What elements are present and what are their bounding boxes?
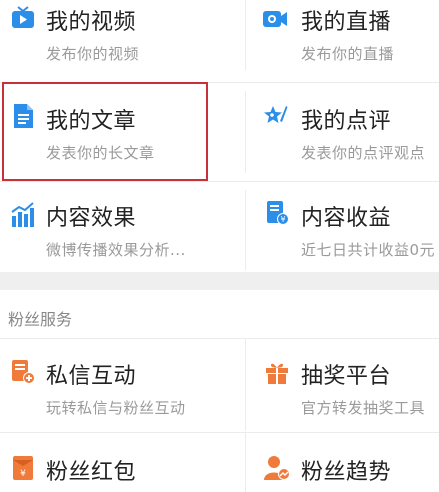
grid-row-5: ¥ 粉丝红包 粉丝趋势 — [0, 433, 439, 492]
red-envelope-icon: ¥ — [10, 455, 36, 481]
grid-row-3: 内容效果 微博传播效果分析... ¥ 内容收益 近七日共计收益0元 — [0, 182, 439, 272]
grid-row-1: 我的视频 发布你的视频 我的直播 发布你的直播 — [0, 0, 439, 82]
tile-fans-trend[interactable]: 粉丝趋势 — [246, 433, 439, 492]
star-pen-icon — [262, 103, 288, 129]
camera-icon — [262, 6, 288, 32]
tile-my-reviews[interactable]: 我的点评 发表你的点评观点 — [246, 83, 439, 181]
tv-icon — [10, 6, 36, 32]
tile-title: 我的直播 — [301, 10, 392, 35]
tile-title: 内容收益 — [301, 206, 392, 231]
tile-content-effect[interactable]: 内容效果 微博传播效果分析... — [0, 182, 230, 272]
message-plus-icon — [10, 359, 36, 385]
tile-title: 我的视频 — [46, 10, 137, 35]
tile-subtitle: 官方转发抽奖工具 — [301, 399, 426, 417]
tile-subtitle: 发布你的直播 — [301, 45, 395, 63]
svg-text:¥: ¥ — [280, 215, 285, 224]
svg-text:¥: ¥ — [20, 469, 26, 479]
tile-title: 我的点评 — [301, 109, 392, 134]
gift-icon — [264, 359, 290, 385]
tile-fans-redpack[interactable]: ¥ 粉丝红包 — [0, 433, 230, 492]
tile-subtitle: 发表你的点评观点 — [301, 144, 426, 162]
tile-my-videos[interactable]: 我的视频 发布你的视频 — [0, 0, 230, 82]
tile-title: 私信互动 — [46, 364, 137, 389]
user-trend-icon — [264, 455, 290, 481]
section-title: 粉丝服务 — [8, 310, 73, 329]
tile-subtitle: 近七日共计收益0元 — [301, 241, 436, 259]
tile-subtitle: 玩转私信与粉丝互动 — [46, 399, 186, 417]
tile-private-msg[interactable]: 私信互动 玩转私信与粉丝互动 — [0, 339, 230, 431]
revenue-doc-icon: ¥ — [264, 200, 290, 226]
tile-title: 粉丝趋势 — [301, 460, 392, 485]
bar-chart-icon — [10, 202, 36, 228]
grid-row-4: 私信互动 玩转私信与粉丝互动 抽奖平台 官方转发抽奖工具 — [0, 339, 439, 431]
tile-title: 内容效果 — [46, 206, 137, 231]
tile-subtitle: 微博传播效果分析... — [46, 241, 186, 259]
tile-title: 粉丝红包 — [46, 460, 137, 485]
highlight-box — [2, 82, 208, 181]
tile-title: 抽奖平台 — [301, 364, 392, 389]
section-separator — [0, 272, 439, 290]
tile-content-revenue[interactable]: ¥ 内容收益 近七日共计收益0元 — [246, 182, 439, 272]
tile-my-live[interactable]: 我的直播 发布你的直播 — [246, 0, 439, 82]
tile-lottery[interactable]: 抽奖平台 官方转发抽奖工具 — [246, 339, 439, 431]
tile-subtitle: 发布你的视频 — [46, 45, 140, 63]
